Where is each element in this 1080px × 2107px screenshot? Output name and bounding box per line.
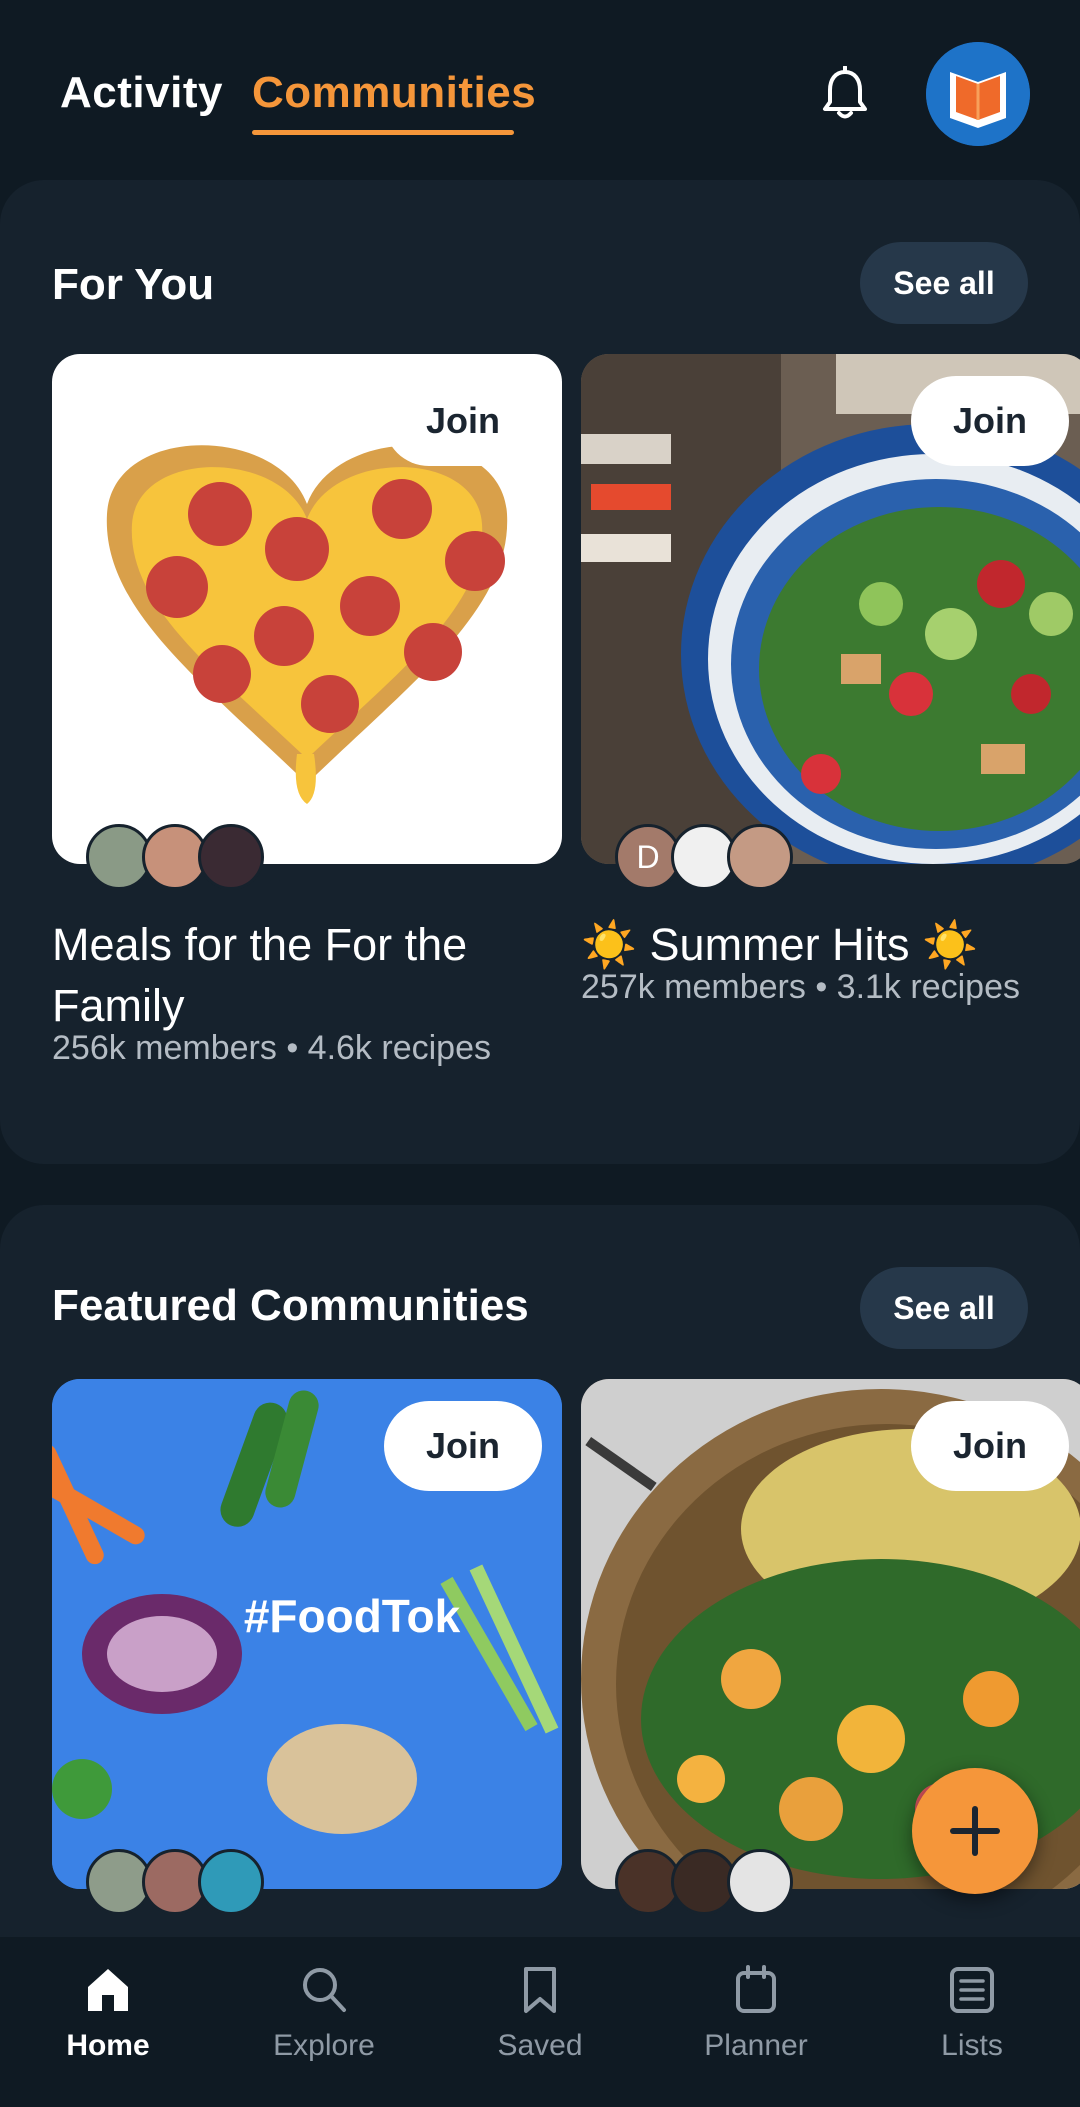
avatar — [727, 1849, 793, 1915]
list-icon — [950, 1967, 994, 2013]
nav-home[interactable]: Home — [0, 1937, 216, 2107]
community-stats: 257k members • 3.1k recipes — [581, 968, 1020, 1006]
join-button[interactable]: Join — [911, 1401, 1069, 1491]
create-fab-button[interactable] — [912, 1768, 1038, 1894]
member-avatars — [86, 1849, 306, 1919]
nav-explore[interactable]: Explore — [216, 1937, 432, 2107]
avatar — [198, 824, 264, 890]
section-title: Featured Communities — [52, 1281, 529, 1330]
bell-icon[interactable] — [820, 66, 870, 122]
member-avatars: D — [615, 824, 835, 894]
top-bar: Activity Communities — [0, 0, 1080, 180]
nav-label: Explore — [273, 2029, 375, 2062]
for-you-section: For You See all Join Meals for the For t… — [0, 180, 1080, 1164]
bottom-navigation: Home Explore Saved Planner Lists — [0, 1937, 1080, 2107]
community-card[interactable]: #FoodTok Join — [52, 1379, 562, 1959]
community-stats: 256k members • 4.6k recipes — [52, 1029, 491, 1067]
search-icon — [303, 1968, 346, 2012]
section-title: For You — [52, 260, 215, 309]
nav-planner[interactable]: Planner — [648, 1937, 864, 2107]
member-avatars — [615, 1849, 835, 1919]
nav-saved[interactable]: Saved — [432, 1937, 648, 2107]
nav-label: Saved — [497, 2029, 583, 2062]
tab-activity[interactable]: Activity — [60, 68, 223, 118]
avatar — [198, 1849, 264, 1915]
community-name: ☀️ Summer Hits ☀️ — [581, 919, 979, 970]
join-button[interactable]: Join — [384, 376, 542, 466]
join-button[interactable]: Join — [384, 1401, 542, 1491]
avatar — [727, 824, 793, 890]
nav-label: Planner — [704, 2029, 808, 2062]
bookmark-icon — [524, 1967, 556, 2013]
member-avatars — [86, 824, 306, 894]
nav-label: Home — [66, 2029, 150, 2062]
community-card[interactable]: Join Meals for the For the Family 256k m… — [52, 354, 562, 1094]
community-card[interactable]: Join D ☀️ Summer Hits ☀️ 257k members • … — [581, 354, 1080, 1094]
nav-lists[interactable]: Lists — [864, 1937, 1080, 2107]
active-tab-indicator — [252, 130, 514, 135]
join-button[interactable]: Join — [911, 376, 1069, 466]
profile-avatar[interactable] — [926, 42, 1030, 146]
home-icon — [88, 1969, 128, 2011]
community-name: Meals for the For the Family — [52, 919, 468, 1031]
nav-label: Lists — [941, 2029, 1003, 2062]
see-all-button[interactable]: See all — [860, 242, 1028, 324]
app-logo-icon — [926, 42, 1030, 146]
tab-communities[interactable]: Communities — [252, 68, 536, 118]
see-all-button[interactable]: See all — [860, 1267, 1028, 1349]
foodtok-label: #FoodTok — [243, 1590, 461, 1642]
calendar-icon — [736, 1965, 776, 2013]
plus-icon — [950, 1806, 1000, 1856]
